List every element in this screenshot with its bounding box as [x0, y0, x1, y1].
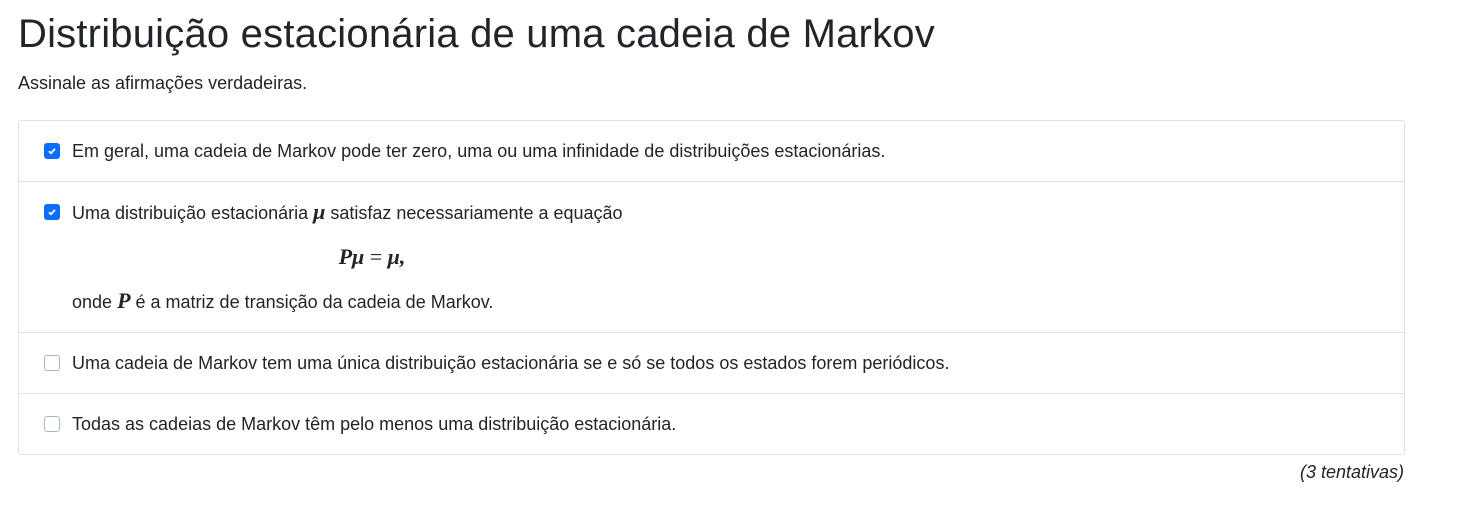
instructions: Assinale as afirmações verdadeiras.: [18, 73, 308, 93]
option-3[interactable]: Uma cadeia de Markov tem uma única distr…: [19, 332, 1404, 393]
option-label: Em geral, uma cadeia de Markov pode ter …: [72, 141, 886, 161]
math-mu: μ: [313, 199, 326, 224]
equation-rhs: μ,: [387, 244, 406, 269]
text: é a matriz de transição da cadeia de Mar…: [135, 292, 494, 312]
options-list: Em geral, uma cadeia de Markov pode ter …: [18, 120, 1405, 455]
checkbox-checked[interactable]: [44, 204, 60, 220]
text: satisfaz necessariamente a equação: [330, 203, 623, 223]
equation-equals: =: [369, 244, 383, 269]
page-title: Distribuição estacionária de uma cadeia …: [18, 12, 935, 56]
attempts-count: (3 tentativas): [1299, 462, 1404, 482]
option-1[interactable]: Em geral, uma cadeia de Markov pode ter …: [19, 121, 1404, 181]
equation: Pμ = μ,: [72, 246, 672, 268]
checkbox-unchecked[interactable]: [44, 416, 60, 432]
option-label: Uma cadeia de Markov tem uma única distr…: [72, 353, 950, 373]
option-2[interactable]: Uma distribuição estacionária μ satisfaz…: [19, 181, 1404, 332]
checkbox-checked[interactable]: [44, 143, 60, 159]
option-4[interactable]: Todas as cadeias de Markov têm pelo meno…: [19, 393, 1404, 454]
equation-lhs: Pμ: [338, 244, 365, 269]
text: Uma distribuição estacionária: [72, 203, 309, 223]
option-label: Uma distribuição estacionária μ satisfaz…: [72, 182, 672, 332]
text: onde: [72, 292, 113, 312]
math-P: P: [117, 288, 131, 313]
checkbox-unchecked[interactable]: [44, 355, 60, 371]
check-icon: [48, 148, 56, 155]
check-icon: [48, 209, 56, 216]
option-label: Todas as cadeias de Markov têm pelo meno…: [72, 414, 677, 434]
